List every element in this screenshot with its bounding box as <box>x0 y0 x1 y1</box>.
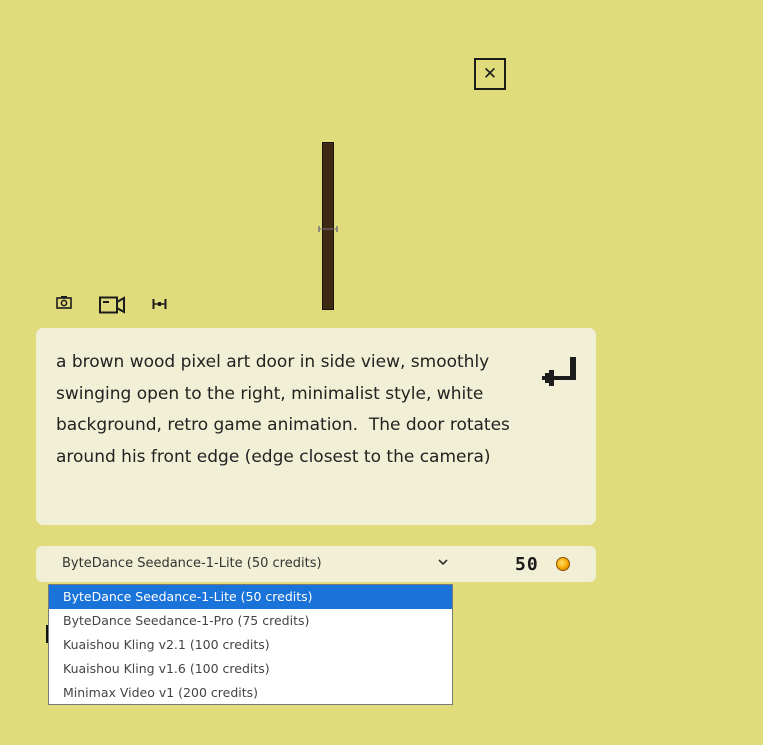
resize-icon[interactable] <box>152 298 167 310</box>
camera-icon[interactable] <box>56 294 72 310</box>
model-option[interactable]: ByteDance Seedance-1-Pro (75 credits) <box>49 609 452 633</box>
model-option[interactable]: Minimax Video v1 (200 credits) <box>49 681 452 705</box>
credits-count: 50 <box>515 554 539 575</box>
model-option[interactable]: ByteDance Seedance-1-Lite (50 credits) <box>49 585 452 609</box>
prompt-box[interactable]: a brown wood pixel art door in side view… <box>36 328 596 525</box>
model-dropdown-list[interactable]: ByteDance Seedance-1-Lite (50 credits) B… <box>48 584 453 705</box>
coin-icon <box>556 557 570 571</box>
model-option[interactable]: Kuaishou Kling v2.1 (100 credits) <box>49 633 452 657</box>
model-select-value[interactable]: ByteDance Seedance-1-Lite (50 credits) <box>62 556 322 571</box>
close-icon: ✕ <box>482 64 498 84</box>
resize-handle[interactable] <box>318 226 338 232</box>
chevron-down-icon[interactable] <box>438 558 448 566</box>
prompt-textarea[interactable]: a brown wood pixel art door in side view… <box>56 347 524 473</box>
model-select[interactable]: ByteDance Seedance-1-Lite (50 credits) 5… <box>36 546 596 582</box>
enter-icon[interactable] <box>538 355 578 389</box>
video-camera-icon[interactable] <box>99 296 125 314</box>
close-button[interactable]: ✕ <box>474 58 506 90</box>
model-option[interactable]: Kuaishou Kling v1.6 (100 credits) <box>49 657 452 681</box>
